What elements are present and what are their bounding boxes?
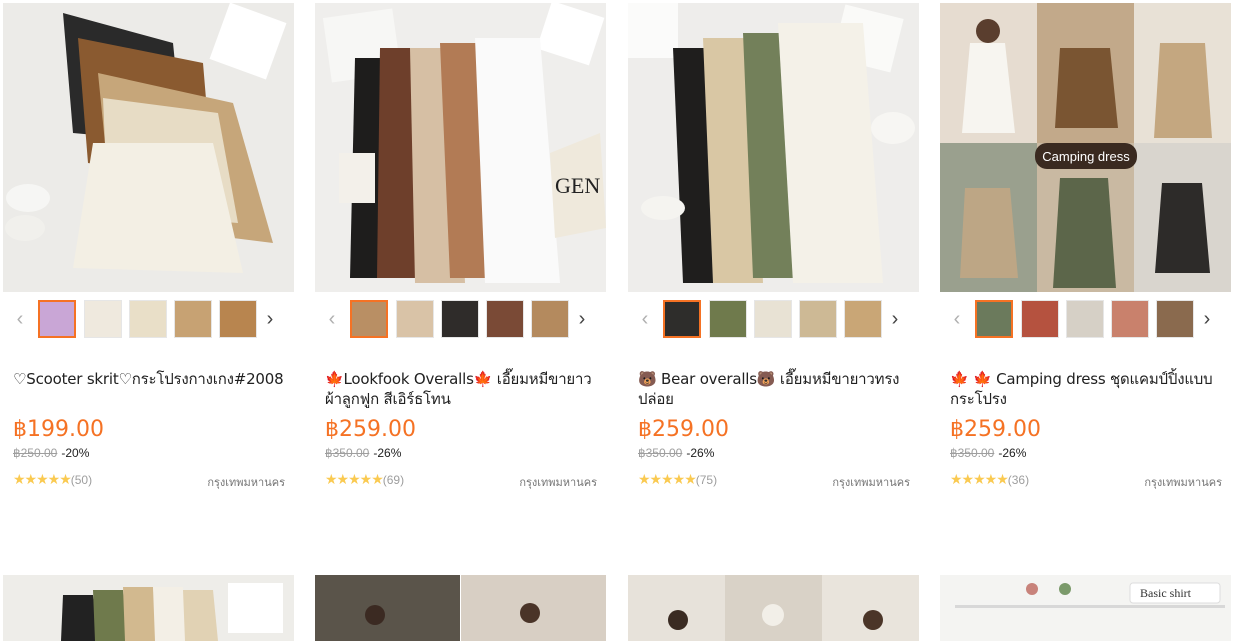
- thumbnail[interactable]: [396, 300, 434, 338]
- thumbnail-carousel: ‹ ›: [940, 300, 1231, 340]
- original-price: ฿350.00 -26%: [325, 446, 402, 460]
- seller-location: กรุงเทพมหานคร: [832, 476, 910, 489]
- product-image[interactable]: Camping dress: [940, 3, 1231, 292]
- product-card[interactable]: ‹ › ♡Scooter skrit♡กระโปรงกางเกง#2008 ฿1…: [3, 3, 294, 489]
- discount-badge: -26%: [373, 446, 402, 460]
- chevron-right-icon[interactable]: ›: [573, 308, 591, 330]
- product-price: ฿259.00: [950, 417, 1041, 442]
- thumbnail[interactable]: [663, 300, 701, 338]
- thumbnail[interactable]: [1021, 300, 1059, 338]
- thumbnail[interactable]: [1111, 300, 1149, 338]
- product-image[interactable]: GEN: [315, 3, 606, 292]
- thumbnail[interactable]: [84, 300, 122, 338]
- thumbnail[interactable]: [441, 300, 479, 338]
- chevron-left-icon[interactable]: ‹: [948, 308, 966, 330]
- thumbnail[interactable]: [1066, 300, 1104, 338]
- product-card[interactable]: ‹ › 🐻 Bear overalls🐻 เอี๊ยมหมีขายาวทรงปล…: [628, 3, 919, 489]
- thumbnail[interactable]: [975, 300, 1013, 338]
- seller-location: กรุงเทพมหานคร: [207, 476, 285, 489]
- product-image[interactable]: [3, 3, 294, 292]
- review-count: (36): [1007, 473, 1030, 487]
- original-price: ฿350.00 -26%: [638, 446, 715, 460]
- product-title[interactable]: 🍁 🍁 Camping dress ชุดแคมป์ปิ้งแบบกระโปรง: [950, 369, 1223, 409]
- product-image[interactable]: [315, 575, 606, 641]
- product-card[interactable]: Camping dress ‹ › 🍁 🍁 Camping dress ชุดแ…: [940, 3, 1231, 489]
- review-count: (50): [70, 473, 93, 487]
- product-card[interactable]: GEN ‹ › 🍁Lookfook Overalls🍁 เอี๊ยมหมีขาย…: [315, 3, 606, 489]
- thumbnail[interactable]: [174, 300, 212, 338]
- chevron-left-icon[interactable]: ‹: [323, 308, 341, 330]
- product-image[interactable]: [3, 575, 294, 641]
- rating: ★★★★★(36): [950, 471, 1029, 488]
- original-price: ฿250.00 -20%: [13, 446, 90, 460]
- discount-badge: -26%: [686, 446, 715, 460]
- thumbnail[interactable]: [799, 300, 837, 338]
- rating: ★★★★★(50): [13, 471, 92, 488]
- thumbnail-carousel: ‹ ›: [3, 300, 294, 340]
- seller-location: กรุงเทพมหานคร: [1144, 476, 1222, 489]
- rating: ★★★★★(75): [638, 471, 717, 488]
- image-tag-label: Camping dress: [1042, 149, 1130, 164]
- thumbnail[interactable]: [219, 300, 257, 338]
- rating: ★★★★★(69): [325, 471, 404, 488]
- thumbnail[interactable]: [486, 300, 524, 338]
- chevron-left-icon[interactable]: ‹: [636, 308, 654, 330]
- review-count: (69): [382, 473, 405, 487]
- thumbnail[interactable]: [129, 300, 167, 338]
- product-image[interactable]: [628, 575, 919, 641]
- product-price: ฿199.00: [13, 417, 104, 442]
- product-title[interactable]: 🍁Lookfook Overalls🍁 เอี๊ยมหมีขายาวผ้าลูก…: [325, 369, 598, 409]
- svg-text:GEN: GEN: [555, 173, 600, 198]
- product-image[interactable]: [628, 3, 919, 292]
- discount-badge: -20%: [61, 446, 90, 460]
- thumbnail[interactable]: [709, 300, 747, 338]
- chevron-right-icon[interactable]: ›: [261, 308, 279, 330]
- discount-badge: -26%: [998, 446, 1027, 460]
- image-tag-label: Basic shirt: [1140, 586, 1192, 600]
- thumbnail-carousel: ‹ ›: [315, 300, 606, 340]
- star-rating-icon: ★★★★★: [325, 471, 384, 487]
- product-price: ฿259.00: [325, 417, 416, 442]
- chevron-right-icon[interactable]: ›: [1198, 308, 1216, 330]
- thumbnail[interactable]: [350, 300, 388, 338]
- thumbnail[interactable]: [1156, 300, 1194, 338]
- product-price: ฿259.00: [638, 417, 729, 442]
- chevron-right-icon[interactable]: ›: [886, 308, 904, 330]
- star-rating-icon: ★★★★★: [950, 471, 1009, 487]
- product-title[interactable]: 🐻 Bear overalls🐻 เอี๊ยมหมีขายาวทรงปล่อย: [638, 369, 911, 409]
- seller-location: กรุงเทพมหานคร: [519, 476, 597, 489]
- thumbnail[interactable]: [531, 300, 569, 338]
- thumbnail-carousel: ‹ ›: [628, 300, 919, 340]
- star-rating-icon: ★★★★★: [638, 471, 697, 487]
- product-title[interactable]: ♡Scooter skrit♡กระโปรงกางเกง#2008: [13, 369, 286, 389]
- product-image[interactable]: Basic shirt: [940, 575, 1231, 641]
- thumbnail[interactable]: [38, 300, 76, 338]
- star-rating-icon: ★★★★★: [13, 471, 72, 487]
- original-price: ฿350.00 -26%: [950, 446, 1027, 460]
- thumbnail[interactable]: [754, 300, 792, 338]
- chevron-left-icon[interactable]: ‹: [11, 308, 29, 330]
- thumbnail[interactable]: [844, 300, 882, 338]
- review-count: (75): [695, 473, 718, 487]
